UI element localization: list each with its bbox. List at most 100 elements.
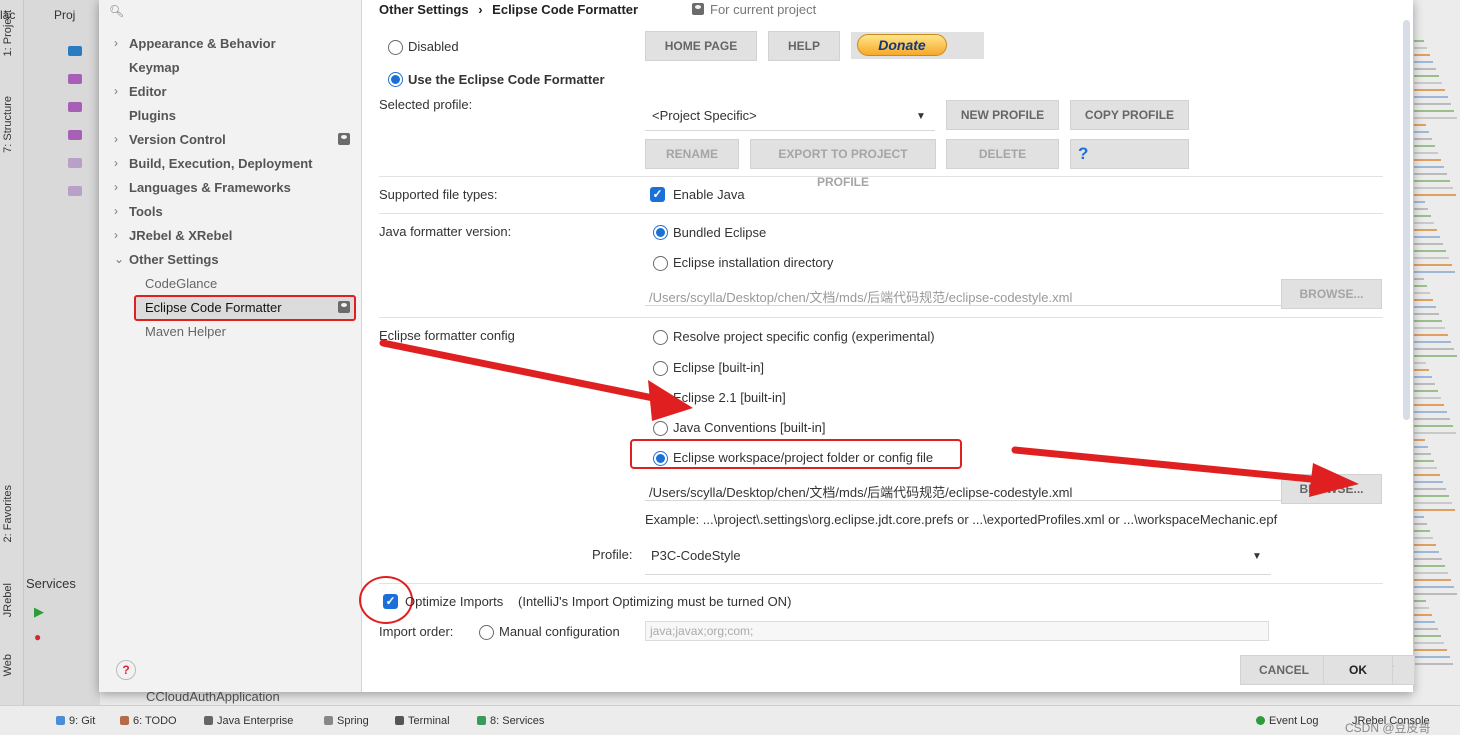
- minimap-line: [1414, 397, 1441, 399]
- minimap-line: [1414, 89, 1445, 91]
- nav-item-version-control[interactable]: › Version Control: [114, 132, 226, 147]
- minimap-line: [1414, 348, 1454, 350]
- minimap-line: [1414, 166, 1444, 168]
- minimap-line: [1414, 467, 1437, 469]
- project-pane-title: Proj: [54, 8, 76, 22]
- minimap-line: [1414, 551, 1439, 553]
- nav-item-appearance[interactable]: › Appearance & Behavior: [114, 36, 276, 51]
- nav-item-jrebel[interactable]: › JRebel & XRebel: [114, 228, 232, 243]
- terminal-icon: [395, 716, 404, 725]
- settings-nav: 🔍︎ › Appearance & Behavior Keymap › Editor…: [99, 0, 362, 692]
- tool-tab-favorites[interactable]: 2: Favorites: [2, 485, 14, 542]
- statusbar-todo[interactable]: 6: TODO: [120, 715, 177, 727]
- run-icon[interactable]: ▶: [34, 604, 44, 620]
- nav-item-languages[interactable]: › Languages & Frameworks: [114, 180, 291, 195]
- search-icon[interactable]: 🔍︎: [109, 4, 124, 18]
- minimap-line: [1414, 495, 1449, 497]
- tool-tab-web[interactable]: Web: [2, 654, 14, 676]
- minimap-line: [1414, 558, 1442, 560]
- minimap-line: [1414, 418, 1450, 420]
- minimap-line: [1414, 460, 1434, 462]
- minimap-line: [1414, 355, 1457, 357]
- minimap-line: [1414, 145, 1435, 147]
- statusbar-spring[interactable]: Spring: [324, 715, 369, 727]
- minimap-line: [1414, 264, 1452, 266]
- minimap-line: [1414, 320, 1442, 322]
- arrow-right: [1011, 446, 1359, 497]
- minimap-line: [1414, 187, 1453, 189]
- settings-dialog: 🔍︎ › Appearance & Behavior Keymap › Editor…: [99, 0, 1415, 692]
- help-icon[interactable]: ?: [116, 660, 136, 680]
- statusbar-services[interactable]: 8: Services: [477, 715, 544, 727]
- arrow-left: [379, 339, 693, 421]
- minimap-line: [1414, 306, 1436, 308]
- chevron-right-icon: ›: [114, 156, 118, 170]
- nav-item-keymap[interactable]: Keymap: [129, 60, 180, 75]
- minimap-line: [1414, 222, 1434, 224]
- minimap-line: [1414, 201, 1425, 203]
- minimap-line: [1414, 215, 1431, 217]
- tool-tab-jrebel[interactable]: JRebel: [2, 583, 14, 617]
- minimap-line: [1414, 523, 1427, 525]
- minimap-line: [1414, 152, 1438, 154]
- minimap-line: [1414, 47, 1427, 49]
- minimap-line: [1414, 579, 1451, 581]
- minimap-line: [1414, 474, 1440, 476]
- minimap-line: [1414, 75, 1439, 77]
- services-icon: [477, 716, 486, 725]
- ok-button[interactable]: OK: [1323, 655, 1393, 685]
- folder-icon: [68, 130, 82, 140]
- minimap-line: [1414, 404, 1444, 406]
- minimap-line: [1414, 502, 1452, 504]
- java-enterprise-icon: [204, 716, 213, 725]
- nav-sub-codeglance[interactable]: CodeGlance: [145, 276, 217, 291]
- tool-tab-structure[interactable]: 7: Structure: [2, 96, 14, 153]
- nav-item-tools[interactable]: › Tools: [114, 204, 163, 219]
- nav-item-build[interactable]: › Build, Execution, Deployment: [114, 156, 312, 171]
- minimap-line: [1414, 642, 1444, 644]
- minimap-line: [1414, 236, 1440, 238]
- minimap-line: [1414, 453, 1431, 455]
- minimap-line: [1414, 257, 1449, 259]
- minimap-line: [1414, 278, 1424, 280]
- settings-content: Other Settings › Eclipse Code Formatter …: [359, 0, 1415, 692]
- ide-tool-window-strip: 1: Project 7: Structure 2: Favorites JRe…: [0, 0, 24, 705]
- nav-item-other-settings[interactable]: ⌄ Other Settings: [114, 252, 219, 267]
- minimap-line: [1414, 313, 1439, 315]
- minimap-line: [1414, 292, 1430, 294]
- nav-sub-maven-helper[interactable]: Maven Helper: [145, 324, 226, 339]
- minimap-line: [1414, 600, 1426, 602]
- minimap-line: [1414, 530, 1430, 532]
- folder-icon: [68, 158, 82, 168]
- debug-icon[interactable]: ●: [34, 630, 41, 644]
- minimap-line: [1414, 208, 1428, 210]
- minimap-line: [1414, 509, 1455, 511]
- minimap-line: [1414, 54, 1430, 56]
- statusbar-terminal[interactable]: Terminal: [395, 715, 450, 727]
- minimap-line: [1414, 96, 1448, 98]
- minimap-line: [1414, 614, 1432, 616]
- statusbar-event-log[interactable]: Event Log: [1256, 715, 1319, 727]
- minimap-line: [1414, 425, 1453, 427]
- nav-sub-eclipse-code-formatter[interactable]: Eclipse Code Formatter: [145, 300, 282, 315]
- minimap-line: [1414, 61, 1433, 63]
- minimap-line: [1414, 243, 1443, 245]
- nav-item-plugins[interactable]: Plugins: [129, 108, 176, 123]
- minimap-line: [1414, 159, 1441, 161]
- chevron-right-icon: ›: [114, 204, 118, 218]
- minimap-line: [1414, 285, 1427, 287]
- chevron-right-icon: ›: [114, 228, 118, 242]
- folder-icon: [68, 186, 82, 196]
- nav-item-editor[interactable]: › Editor: [114, 84, 167, 99]
- minimap-line: [1414, 103, 1451, 105]
- minimap-line: [1414, 369, 1429, 371]
- minimap-line: [1414, 544, 1436, 546]
- chevron-right-icon: ›: [114, 180, 118, 194]
- minimap-line: [1414, 488, 1446, 490]
- minimap-line: [1414, 362, 1426, 364]
- statusbar-git[interactable]: 9: Git: [56, 715, 95, 727]
- minimap-line: [1414, 390, 1438, 392]
- services-title: Services: [26, 576, 76, 591]
- statusbar-java-enterprise[interactable]: Java Enterprise: [204, 715, 293, 727]
- minimap-line: [1414, 110, 1454, 112]
